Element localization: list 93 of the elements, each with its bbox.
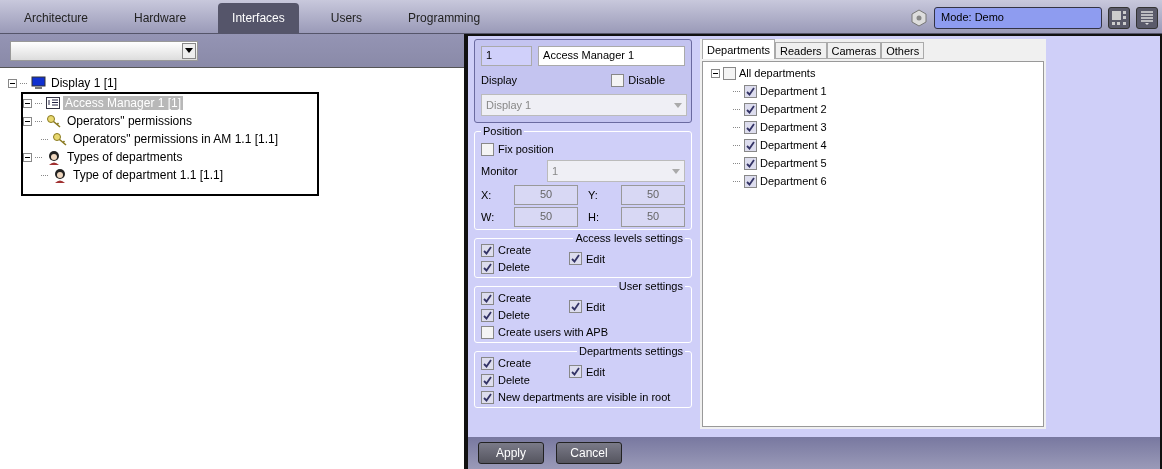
monitor-icon [31,76,46,90]
checkbox[interactable] [569,365,582,378]
tree-item[interactable]: Type of department 1.1 [1.1] [71,168,226,182]
coordinate-label: Y: [588,189,598,201]
caret-icon [185,48,193,53]
filter-tab[interactable]: Readers [775,42,827,59]
filter-tab[interactable]: Cameras [826,42,882,59]
monitor-label: Monitor [481,165,518,177]
caret-icon [672,168,680,174]
nav-tab[interactable]: Architecture [10,3,103,33]
coordinate-label: X: [481,189,492,201]
display-label: Display [481,74,518,86]
coordinate-field[interactable]: 50 [514,185,578,205]
checkbox[interactable] [481,260,494,274]
checkbox-label[interactable]: Delete [498,261,530,273]
checkbox-label[interactable]: Delete [498,374,530,386]
tree-item[interactable]: Department 3 [760,121,827,133]
checkbox-label[interactable]: Disable [628,74,665,86]
checkbox[interactable] [744,138,757,152]
nav-tab[interactable]: Hardware [120,3,201,33]
group-title: Departments settings [577,344,685,358]
checkbox-label[interactable]: Edit [586,252,605,265]
tree-item[interactable]: All departments [739,67,816,79]
nav-tab[interactable]: Users [316,3,377,33]
checkbox[interactable] [481,325,494,339]
object-dropdown[interactable] [10,40,198,61]
checkbox[interactable] [481,356,494,370]
menu-button[interactable] [1136,7,1158,29]
checkbox[interactable] [569,300,582,313]
grid-icon [1111,10,1127,26]
name-field[interactable]: Access Manager 1 [538,46,685,66]
checkbox[interactable] [569,252,582,265]
dialog-button[interactable]: Cancel [556,442,622,464]
collapse-icon[interactable] [8,78,17,88]
checkbox-label[interactable]: Create [498,244,532,256]
checkbox[interactable] [744,120,757,134]
menu-icon [1140,10,1154,26]
hexagon-icon[interactable] [910,9,928,27]
checkbox[interactable] [744,174,757,188]
collapse-icon[interactable] [23,98,32,108]
tree-item[interactable]: Department 5 [760,157,827,169]
nav-tab[interactable]: Programming [394,3,495,33]
mode-field[interactable]: Mode: Demo [934,7,1102,29]
collapse-icon[interactable] [23,152,32,162]
filter-tab[interactable]: Others [881,42,925,59]
dialog-button[interactable]: Apply [478,442,544,464]
group-title: User settings [616,279,685,293]
checkbox[interactable] [744,102,757,116]
collapse-icon[interactable] [711,68,720,78]
coordinate-field[interactable]: 50 [621,185,685,205]
checkbox[interactable] [744,156,757,170]
group-title: Position [481,124,525,138]
group-title: Access levels settings [573,231,685,245]
coordinate-field[interactable]: 50 [621,207,685,227]
checkbox-label[interactable]: Edit [586,365,605,378]
collapse-icon[interactable] [23,116,32,126]
layout-button[interactable] [1108,7,1130,29]
tree-item[interactable]: Operators" permissions [65,114,194,128]
tree-item[interactable]: Department 4 [760,139,827,151]
checkbox[interactable] [481,142,494,156]
key-icon [52,132,68,146]
list-icon [46,97,60,109]
coordinate-label: H: [588,211,599,223]
tree-item[interactable]: Display 1 [1] [49,76,120,90]
checkbox-label[interactable]: Create users with APB [498,326,609,338]
tree-item[interactable]: Types of departments [65,150,185,164]
key-icon [46,114,62,128]
checkbox[interactable] [481,308,494,322]
coordinate-label: W: [481,211,495,223]
checkbox[interactable] [481,390,494,404]
tree-item[interactable]: Operators" permissions in AM 1.1 [1.1] [71,132,280,146]
checkbox[interactable] [744,84,757,98]
checkbox-label[interactable]: New departments are visible in root [498,391,671,403]
tree-item[interactable]: Department 6 [760,175,827,187]
checkbox-label[interactable]: Delete [498,309,530,321]
filter-tab[interactable]: Departments [702,39,775,59]
tree-item[interactable]: Department 2 [760,103,827,115]
checkbox[interactable] [481,243,494,257]
person-icon [46,149,62,165]
nav-tab[interactable]: Interfaces [218,3,299,33]
checkbox-label[interactable]: Create [498,292,532,304]
id-field[interactable]: 1 [481,46,533,66]
checkbox[interactable] [481,291,494,305]
checkbox-label[interactable]: Edit [586,300,605,313]
coordinate-field[interactable]: 50 [514,207,578,227]
checkbox[interactable] [481,373,494,387]
checkbox[interactable] [723,66,736,80]
person-icon [52,167,68,183]
checkbox[interactable] [611,73,625,87]
checkbox-label[interactable]: Create [498,357,532,369]
caret-icon [674,102,682,108]
tree-item[interactable]: Department 1 [760,85,827,97]
checkbox-label[interactable]: Fix position [498,143,554,155]
